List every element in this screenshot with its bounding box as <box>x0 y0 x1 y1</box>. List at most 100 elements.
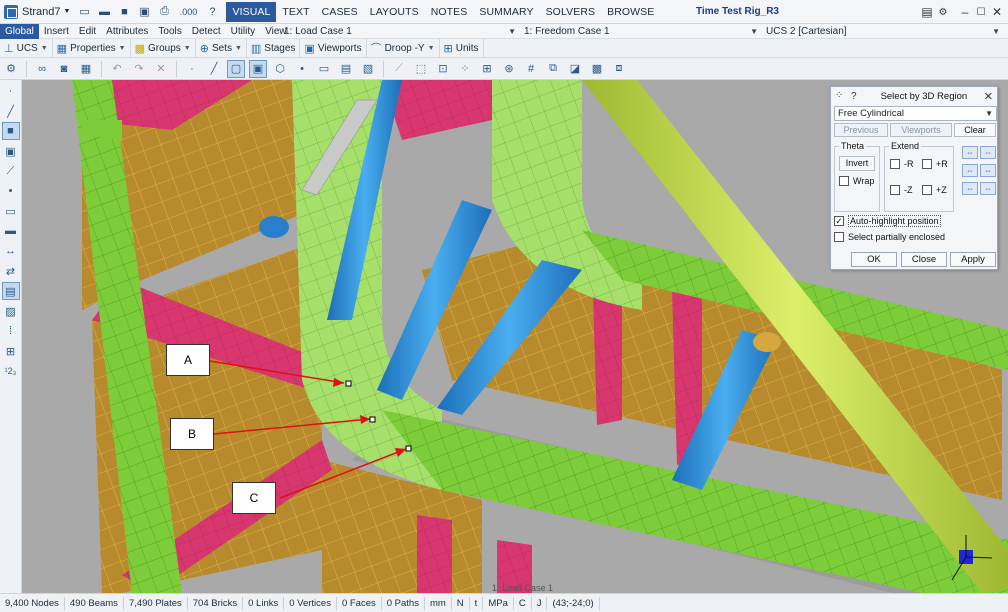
shrink-left-icon[interactable]: ⇔ <box>962 182 978 195</box>
display-tool-icon[interactable]: ▨ <box>2 302 20 320</box>
face-tool-icon[interactable]: ▭ <box>2 202 20 220</box>
point-icon[interactable]: · <box>183 60 201 78</box>
brick-tool-icon[interactable]: ▣ <box>2 142 20 160</box>
close-icon[interactable]: ✕ <box>988 3 1006 21</box>
save-as-icon[interactable]: ▣ <box>135 3 153 21</box>
gear-icon[interactable]: ⚙ <box>2 60 20 78</box>
grid-nodes-icon[interactable]: ⊞ <box>478 60 496 78</box>
invert-button[interactable]: Invert <box>839 156 875 171</box>
close-button[interactable]: Close <box>901 252 947 267</box>
shrink-right-icon[interactable]: ⇔ <box>980 182 996 195</box>
menu-detect[interactable]: Detect <box>187 24 226 39</box>
status-unit-mass[interactable]: t <box>470 596 484 610</box>
expand-right-icon[interactable]: ⇔ <box>980 146 996 159</box>
node-frame-icon[interactable]: ⊡ <box>434 60 452 78</box>
select-polygon-icon[interactable]: ⬡ <box>271 60 289 78</box>
expand-left-icon[interactable]: ⇔ <box>962 146 978 159</box>
select-3d-region-icon[interactable]: ▣ <box>249 59 267 78</box>
grid-select-icon[interactable]: ▦ <box>77 60 95 78</box>
plus-r-checkbox[interactable]: +R <box>922 159 948 169</box>
tab-notes[interactable]: NOTES <box>425 2 474 22</box>
open-folder-icon[interactable]: ▬ <box>95 3 113 21</box>
viewports-button[interactable]: Viewports <box>890 123 952 137</box>
node-marker-a[interactable] <box>345 380 352 387</box>
layers-icon[interactable]: ⧈ <box>610 60 628 78</box>
line-icon[interactable]: ╱ <box>205 60 223 78</box>
ucs-button[interactable]: ⊥ UCS ▼ <box>0 38 53 58</box>
status-unit-energy[interactable]: J <box>532 596 548 610</box>
viewports-button[interactable]: ▣ Viewports <box>300 38 367 58</box>
grid-tool-icon[interactable]: ⊞ <box>2 342 20 360</box>
select-rectangle-icon[interactable]: ▢ <box>227 59 245 78</box>
tab-visual[interactable]: VISUAL <box>226 1 277 22</box>
auto-highlight-checkbox[interactable]: ✓ Auto-highlight position <box>834 215 941 227</box>
node-cluster-icon[interactable]: ⁘ <box>456 60 474 78</box>
menu-insert[interactable]: Insert <box>39 24 74 39</box>
connector-tool-icon[interactable]: ↔ <box>2 242 20 260</box>
print-icon[interactable]: ⎙ <box>155 3 173 21</box>
cut-plane-icon[interactable]: ⧉ <box>544 60 562 78</box>
menu-utility[interactable]: Utility <box>226 24 260 39</box>
gear-icon[interactable]: ⚙ <box>934 3 952 21</box>
help-button[interactable]: ? <box>851 91 857 102</box>
tab-layouts[interactable]: LAYOUTS <box>364 2 425 22</box>
node-marker-c[interactable] <box>405 445 412 452</box>
numbering-tool-icon[interactable]: ¹2₃ <box>2 362 20 380</box>
status-unit-temperature[interactable]: C <box>514 596 532 610</box>
minus-z-checkbox[interactable]: -Z <box>890 185 913 195</box>
menu-tools[interactable]: Tools <box>153 24 186 39</box>
select-node-icon[interactable]: • <box>293 60 311 78</box>
status-unit-stress[interactable]: MPa <box>483 596 514 610</box>
region-type-select[interactable]: Free Cylindrical ▼ <box>834 106 997 121</box>
camera-icon[interactable]: ◙ <box>55 60 73 78</box>
tab-summary[interactable]: SUMMARY <box>473 2 539 22</box>
groups-button[interactable]: ▩ Groups ▼ <box>131 38 196 58</box>
move-left-icon[interactable]: ⇔ <box>962 164 978 177</box>
select-beam-icon[interactable]: ▭ <box>315 60 333 78</box>
binoculars-icon[interactable]: ∞ <box>33 60 51 78</box>
ucs-select[interactable]: UCS 2 [Cartesian] ▼ <box>762 24 1002 39</box>
previous-button[interactable]: Previous <box>834 123 888 137</box>
stages-button[interactable]: ▥ Stages <box>247 38 301 58</box>
move-right-icon[interactable]: ⇔ <box>980 164 996 177</box>
properties-button[interactable]: ▦ Properties ▼ <box>53 38 131 58</box>
status-unit-force[interactable]: N <box>452 596 470 610</box>
visibility-icon[interactable]: ◪ <box>566 60 584 78</box>
close-icon[interactable]: ✕ <box>984 90 993 103</box>
ok-button[interactable]: OK <box>851 252 897 267</box>
measure-icon[interactable]: ⟋ <box>390 60 408 78</box>
beam-tool-icon[interactable]: ╱ <box>2 102 20 120</box>
node-marker-b[interactable] <box>369 416 376 423</box>
units-button[interactable]: ⊞ Units <box>440 38 484 58</box>
minus-r-checkbox[interactable]: -R <box>890 159 914 169</box>
attribute-tool-icon[interactable]: ▤ <box>1 282 20 300</box>
tab-solvers[interactable]: SOLVERS <box>540 2 602 22</box>
render-mode-icon[interactable]: ▩ <box>588 60 606 78</box>
node-tool-icon[interactable]: · <box>2 82 20 100</box>
vertex-tool-icon[interactable]: • <box>2 182 20 200</box>
status-unit-length[interactable]: mm <box>425 596 452 610</box>
path-tool-icon[interactable]: ▬ <box>2 222 20 240</box>
wrap-checkbox[interactable]: Wrap <box>839 176 874 186</box>
redo-icon[interactable]: ↷ <box>130 60 148 78</box>
frame-select-icon[interactable]: ⬚ <box>412 60 430 78</box>
freedom-case-select[interactable]: 1: Freedom Case 1 ▼ <box>520 24 760 39</box>
menu-edit[interactable]: Edit <box>74 24 101 39</box>
save-icon[interactable]: ■ <box>115 3 133 21</box>
link-tool-icon[interactable]: ⟋ <box>2 162 20 180</box>
hash-icon[interactable]: # <box>522 60 540 78</box>
tab-text[interactable]: TEXT <box>276 2 315 22</box>
plus-z-checkbox[interactable]: +Z <box>922 185 947 195</box>
group-select-icon[interactable]: ⊛ <box>500 60 518 78</box>
help-icon[interactable]: ? <box>203 3 221 21</box>
undo-icon[interactable]: ↶ <box>108 60 126 78</box>
load-case-select[interactable]: 1: Load Case 1 ▼ <box>280 24 518 39</box>
menu-global[interactable]: Global <box>0 23 39 39</box>
tab-browse[interactable]: BROWSE <box>601 2 660 22</box>
clear-button[interactable]: Clear <box>954 123 996 137</box>
sets-button[interactable]: ⊕ Sets ▼ <box>196 38 247 58</box>
select-plate-icon[interactable]: ▤ <box>337 60 355 78</box>
new-file-icon[interactable]: ▭ <box>75 3 93 21</box>
partially-enclosed-checkbox[interactable]: Select partially enclosed <box>834 232 945 242</box>
dots-tool-icon[interactable]: ⁞ <box>2 322 20 340</box>
